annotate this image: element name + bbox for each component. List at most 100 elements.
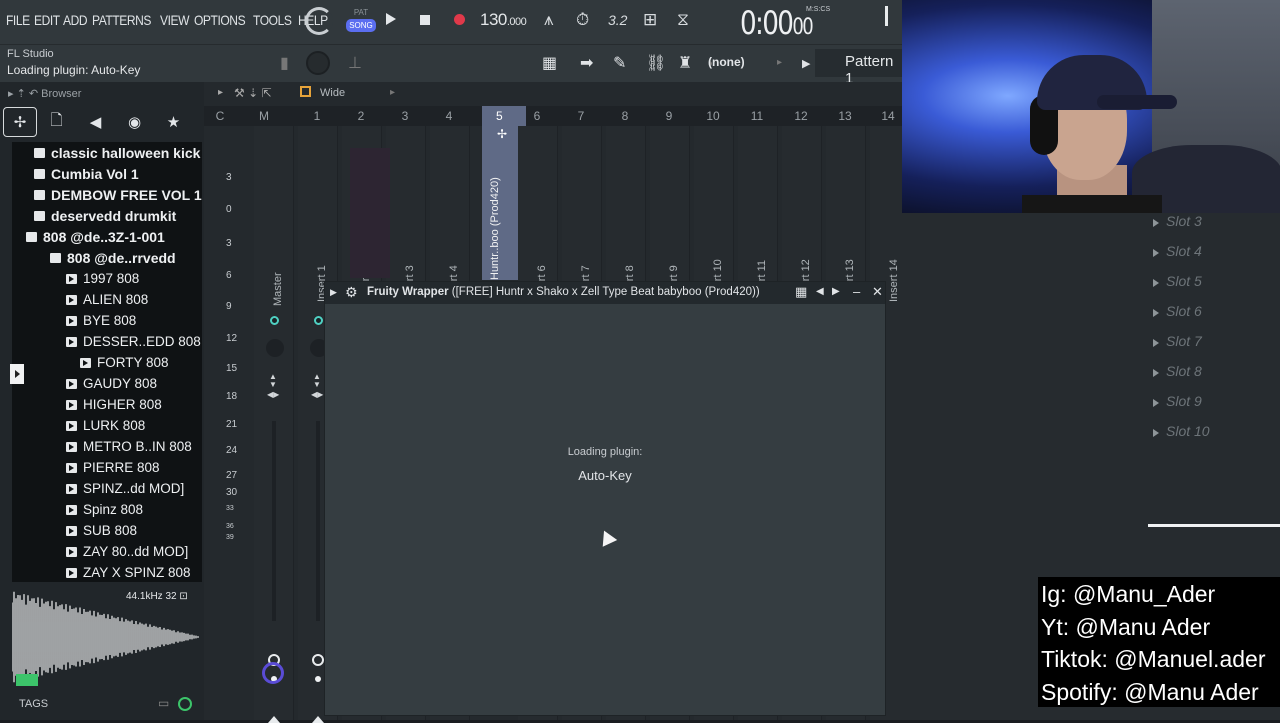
piano-roll-icon[interactable]: ▦ — [542, 53, 557, 73]
route-icon[interactable] — [312, 654, 324, 666]
step-edit-icon[interactable]: ⊞ — [643, 10, 657, 30]
browser-file[interactable]: SPINZ..dd MOD] — [12, 478, 202, 499]
mixer-track-number[interactable]: 8 — [615, 109, 635, 123]
browser-file[interactable]: Spinz 808 — [12, 499, 202, 520]
mixer-layout-label[interactable]: Wide — [320, 87, 345, 99]
move-icon[interactable]: ✢ — [497, 127, 507, 141]
prev-preset-icon[interactable]: ◀ — [816, 286, 824, 297]
master-volume-knob[interactable] — [306, 51, 330, 75]
master-tempo-knob[interactable] — [305, 7, 333, 35]
mixer-track-number[interactable]: 10 — [703, 109, 723, 123]
mixer-layout-icon[interactable] — [300, 86, 311, 97]
swap-icon[interactable]: ◀▶ — [311, 390, 323, 399]
browser-file[interactable]: FORTY 808 — [12, 352, 202, 373]
mixer-track-number[interactable]: 11 — [747, 109, 767, 123]
plugin-window-titlebar[interactable]: ▶ ⚙ Fruity Wrapper ([FREE] Huntr x Shako… — [325, 282, 885, 304]
chevron-right-icon[interactable]: ▸ — [777, 57, 782, 68]
folder-icon[interactable]: ▭ — [158, 696, 169, 710]
minimize-icon[interactable]: – — [853, 284, 860, 299]
mixer-track-number[interactable]: 9 — [659, 109, 679, 123]
metronome-icon[interactable]: ⩚ — [544, 10, 554, 30]
browser-folder[interactable]: deservedd drumkit — [12, 205, 202, 226]
volume-fader[interactable] — [316, 421, 320, 621]
browser-file[interactable]: 1997 808 — [12, 268, 202, 289]
mute-led[interactable] — [270, 316, 279, 325]
mixer-track-number[interactable]: 7 — [571, 109, 591, 123]
browser-folder[interactable]: DEMBOW FREE VOL 1 — [12, 184, 202, 205]
plugin-icon[interactable]: ♜ — [678, 53, 692, 73]
browser-file[interactable]: BYE 808 — [12, 310, 202, 331]
link-icon[interactable]: ⛓ — [646, 53, 666, 73]
grid-icon[interactable]: ▦ — [795, 284, 807, 300]
effect-slot[interactable]: Slot 3 — [1148, 213, 1280, 243]
stereo-knob[interactable] — [262, 662, 284, 684]
browser-folder[interactable]: Cumbia Vol 1 — [12, 163, 202, 184]
globe-icon[interactable]: ◉ — [115, 107, 154, 137]
mixer-track-number[interactable]: 1 — [307, 109, 327, 123]
mixer-track-number[interactable]: 13 — [835, 109, 855, 123]
mixer-track-number[interactable]: 12 — [791, 109, 811, 123]
menu-view[interactable]: VIEW — [160, 12, 189, 28]
wait-input-icon[interactable]: ⏱ — [576, 10, 589, 30]
search-icon[interactable] — [178, 697, 192, 711]
effect-slot[interactable]: Slot 6 — [1148, 303, 1280, 333]
all-files-icon[interactable]: ✢ — [3, 107, 37, 137]
browser-expand-arrow[interactable] — [10, 364, 24, 384]
mixer-track-number[interactable]: 6 — [527, 109, 547, 123]
tempo-display[interactable]: 130.000 — [480, 10, 527, 30]
microphone-icon[interactable]: ▮ — [280, 53, 289, 73]
effect-slot[interactable]: Slot 5 — [1148, 273, 1280, 303]
browser-file[interactable]: SUB 808 — [12, 520, 202, 541]
mixer-track-number[interactable]: 2 — [351, 109, 371, 123]
browser-file[interactable]: LURK 808 — [12, 415, 202, 436]
sample-play-icon[interactable] — [16, 674, 38, 686]
effect-slot[interactable]: Slot 8 — [1148, 363, 1280, 393]
effect-slot[interactable]: Slot 9 — [1148, 393, 1280, 423]
swap-icon[interactable]: ◀▶ — [267, 390, 279, 399]
browser-file[interactable]: DESSER..EDD 808 — [12, 331, 202, 352]
window-menu-icon[interactable]: ▶ — [330, 287, 337, 298]
pitch-icon[interactable]: ⊥ — [348, 53, 362, 73]
browser-folder[interactable]: classic halloween kick — [12, 142, 202, 163]
menu-options[interactable]: OPTIONS — [194, 12, 246, 28]
pan-knob[interactable] — [266, 339, 284, 357]
loop-record-icon[interactable]: ⧖ — [677, 10, 689, 30]
browser-file[interactable]: ZAY X SPINZ 808 — [12, 562, 202, 582]
speaker-icon[interactable]: ◀ — [76, 107, 115, 137]
browser-file[interactable]: ZAY 80..dd MOD] — [12, 541, 202, 562]
mixer-track-number[interactable]: 14 — [878, 109, 898, 123]
mixer-chevron-icon[interactable]: ▸ — [390, 87, 395, 98]
browser-file[interactable]: ALIEN 808 — [12, 289, 202, 310]
effect-slot[interactable]: Slot 7 — [1148, 333, 1280, 363]
play-pattern-icon[interactable]: ▶ — [802, 57, 810, 70]
mixer-track-number[interactable]: M — [254, 109, 274, 123]
browser-file[interactable]: GAUDY 808 — [12, 373, 202, 394]
menu-file[interactable]: FILE — [6, 12, 30, 28]
time-display[interactable]: 0:0000 — [740, 4, 814, 42]
browser-file[interactable]: PIERRE 808 — [12, 457, 202, 478]
arrow-right-icon[interactable]: ➡ — [580, 53, 593, 73]
mixer-tool-icon[interactable]: ⚒ ⇣ ⇱ — [234, 86, 272, 100]
close-icon[interactable]: ✕ — [872, 284, 883, 300]
play-button[interactable] — [386, 13, 396, 25]
dot-indicator[interactable] — [315, 676, 321, 682]
effect-slot[interactable]: Slot 10 — [1148, 423, 1280, 453]
mixer-track-number[interactable]: 3 — [395, 109, 415, 123]
mixer-strip[interactable]: Master ▲ ▼ ◀▶ — [254, 126, 294, 723]
menu-edit[interactable]: EDIT — [34, 12, 60, 28]
stop-button[interactable] — [420, 15, 430, 25]
record-button[interactable] — [454, 14, 465, 25]
gear-icon[interactable]: ⚙ — [345, 284, 358, 301]
stereo-arrows-icon[interactable]: ▲ ▼ — [269, 373, 277, 389]
pattern-selector[interactable]: Pattern 1 — [815, 49, 902, 87]
browser-nav-icon[interactable]: ▸ ⇡ ↶ — [8, 88, 41, 100]
effect-slot[interactable]: Slot 4 — [1148, 243, 1280, 273]
browser-folder[interactable]: 808 @de..rrvedd — [12, 247, 202, 268]
volume-fader[interactable] — [272, 421, 276, 621]
browser-folder[interactable]: 808 @de..3Z-1-001 — [12, 226, 202, 247]
mixer-track-number[interactable]: 4 — [439, 109, 459, 123]
browser-file[interactable]: HIGHER 808 — [12, 394, 202, 415]
channel-selector[interactable]: (none) — [708, 55, 745, 69]
stereo-arrows-icon[interactable]: ▲ ▼ — [313, 373, 321, 389]
mixer-track-number[interactable]: C — [210, 109, 230, 123]
